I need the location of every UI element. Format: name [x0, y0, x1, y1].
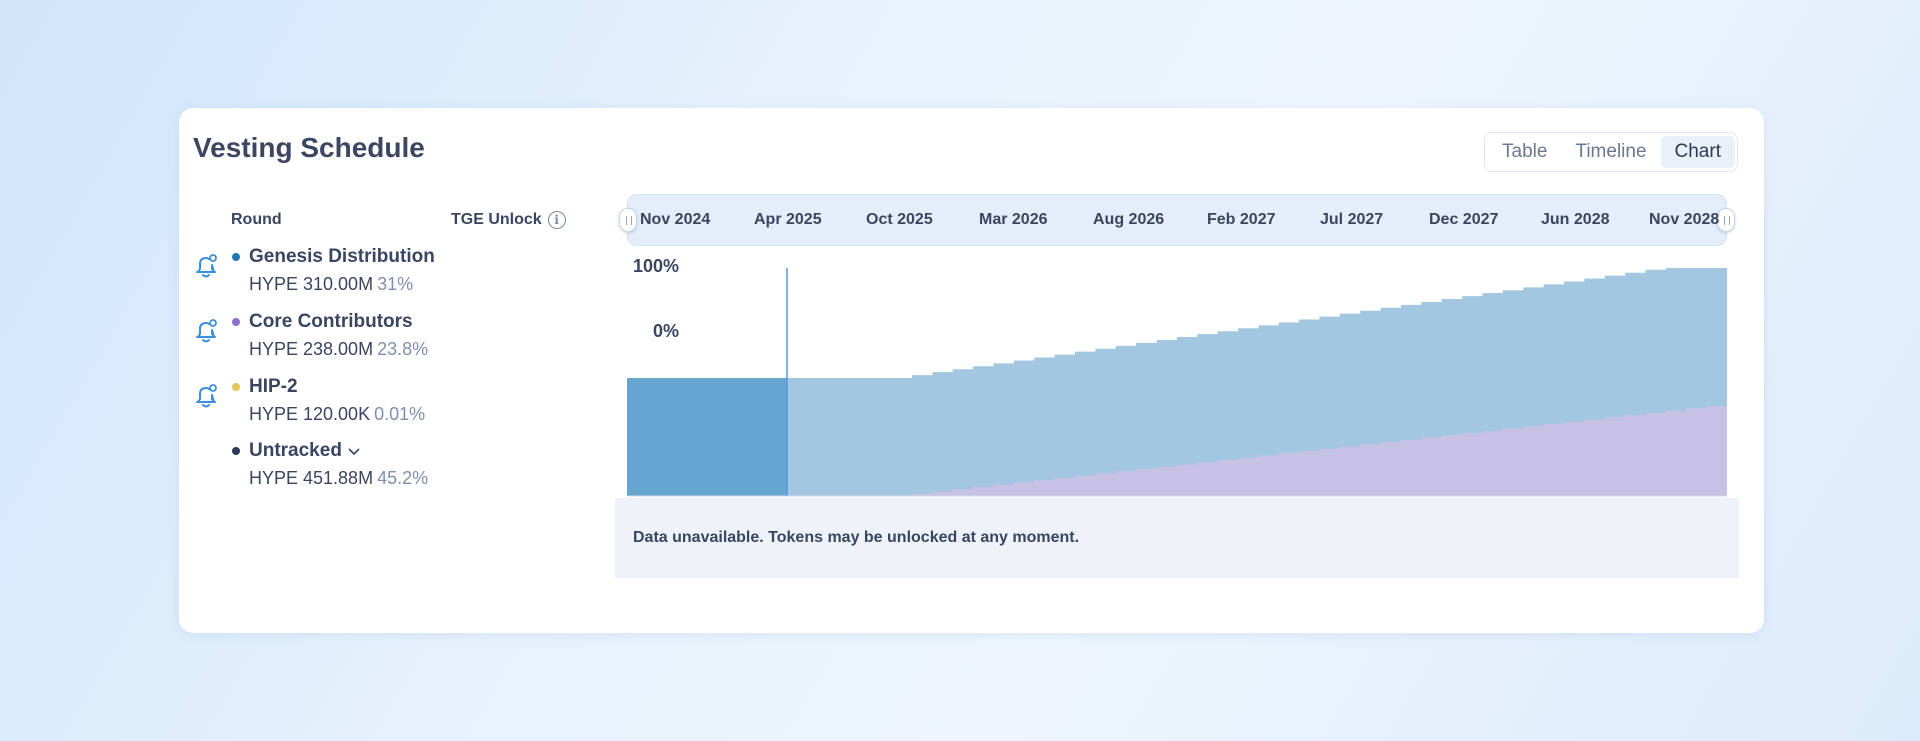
bell-icon[interactable] [193, 317, 219, 345]
genesis-tge-area [627, 378, 787, 496]
vesting-schedule-card: Vesting Schedule Table Timeline Chart Ro… [179, 108, 1764, 633]
round-amount: HYPE 120.00K 0.01% [249, 404, 426, 424]
bell-icon[interactable] [193, 252, 219, 280]
timeline-label: Dec 2027 [1429, 211, 1499, 228]
chevron-down-icon[interactable] [348, 445, 360, 457]
timeline-label: Oct 2025 [866, 211, 933, 228]
round-color-dot [232, 318, 240, 326]
timeline-label: Jul 2027 [1320, 211, 1384, 228]
vesting-area-chart [627, 268, 1727, 497]
round-percent: 31% [377, 274, 414, 294]
tge-unlock-header: TGE Unlock i [451, 211, 566, 229]
round-percent: 0.01% [374, 404, 426, 424]
round-header: Round [231, 211, 282, 228]
round-amount: HYPE 238.00M 23.8% [249, 339, 429, 359]
timeline-label: Apr 2025 [754, 211, 822, 228]
round-name: Core Contributors [249, 311, 413, 332]
round-amount: HYPE 451.88M 45.2% [249, 468, 429, 488]
tab-table[interactable]: Table [1488, 136, 1561, 168]
range-end-handle[interactable] [1717, 208, 1735, 232]
view-tabs: Table Timeline Chart [1484, 132, 1738, 172]
round-percent: 45.2% [377, 468, 429, 488]
timeline-label: Feb 2027 [1207, 211, 1276, 228]
round-color-dot [232, 253, 240, 261]
tge-unlock-label: TGE Unlock [451, 211, 542, 228]
round-color-dot [232, 447, 240, 455]
info-icon[interactable]: i [547, 211, 566, 229]
tab-timeline[interactable]: Timeline [1561, 136, 1660, 168]
timeline-label: Aug 2026 [1093, 211, 1165, 228]
range-start-handle[interactable] [619, 208, 637, 232]
round-color-dot [232, 383, 240, 391]
round-name: HIP-2 [249, 376, 298, 397]
tab-chart[interactable]: Chart [1660, 136, 1735, 168]
timeline-label: Nov 2028 [1649, 211, 1720, 228]
timeline-label: Nov 2024 [640, 211, 711, 228]
timeline-label: Jun 2028 [1541, 211, 1610, 228]
round-name: Untracked [249, 440, 360, 462]
round-name: Genesis Distribution [249, 246, 435, 267]
bell-icon[interactable] [193, 382, 219, 410]
data-unavailable-notice: Data unavailable. Tokens may be unlocked… [615, 498, 1739, 578]
timeline-label: Mar 2026 [979, 211, 1048, 228]
round-percent: 23.8% [377, 339, 429, 359]
page-title: Vesting Schedule [193, 132, 425, 163]
timeline-range-slider[interactable]: Nov 2024 Apr 2025 Oct 2025 Mar 2026 Aug 2026… [619, 194, 1735, 246]
round-amount: HYPE 310.00M 31% [249, 274, 414, 294]
